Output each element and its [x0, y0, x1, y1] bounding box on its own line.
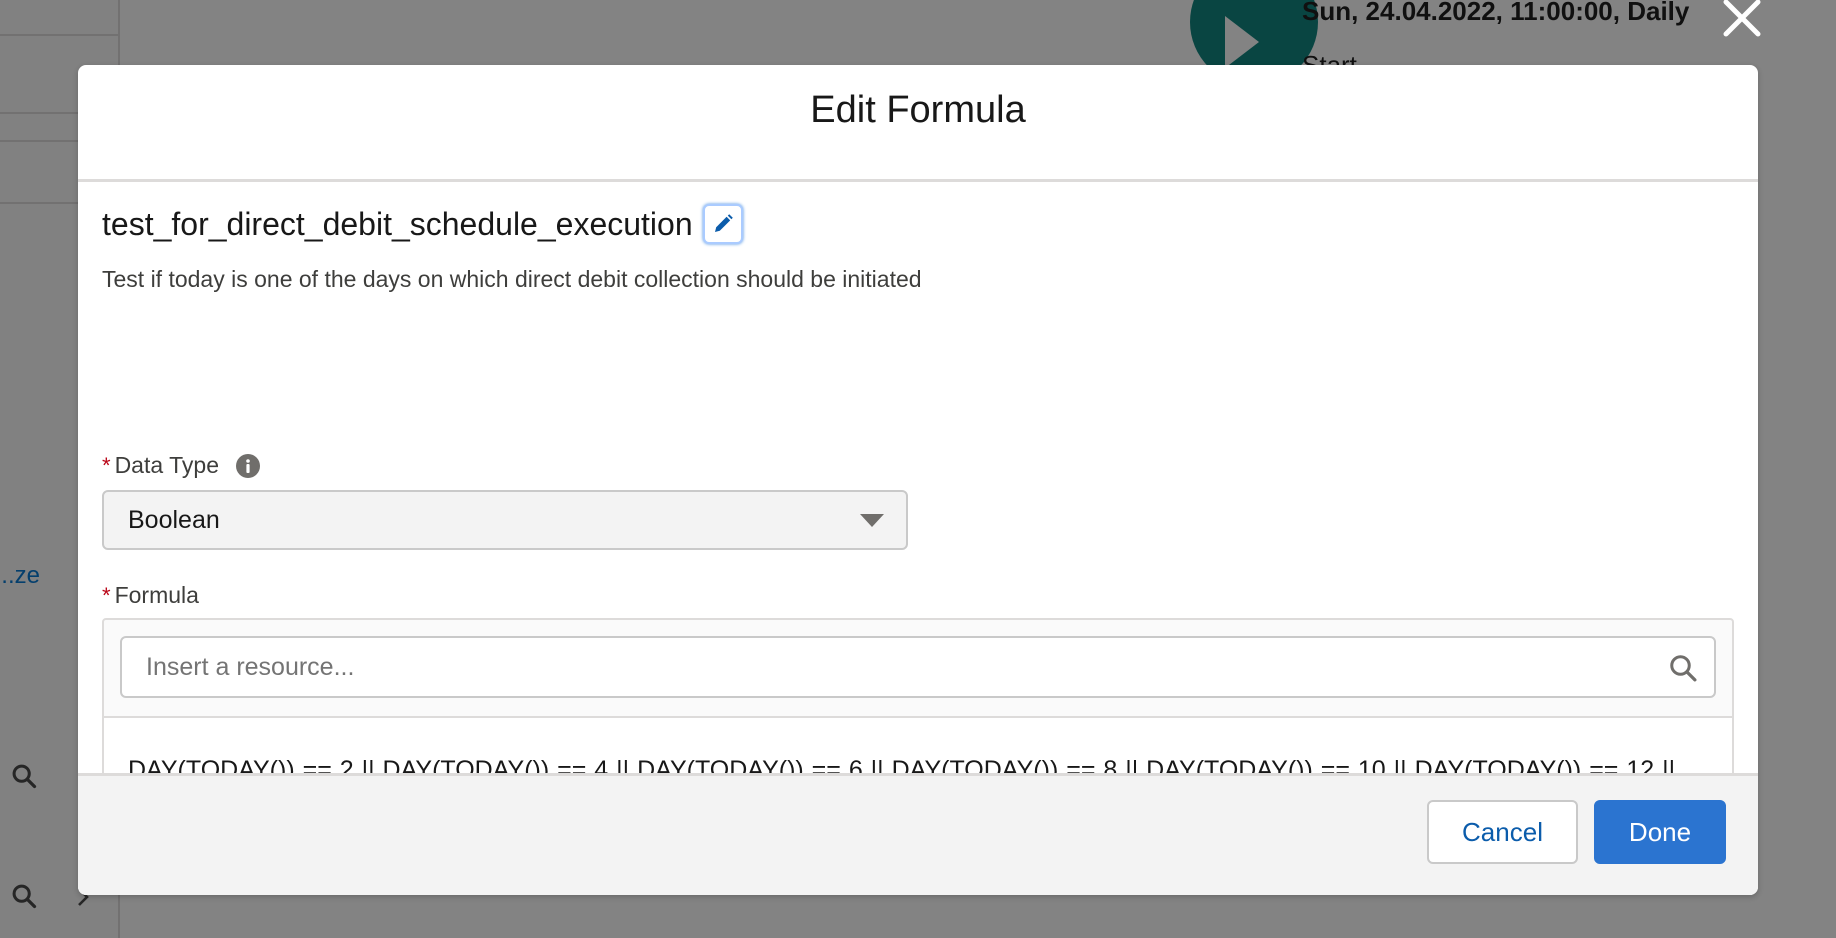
done-button[interactable]: Done — [1594, 800, 1726, 864]
modal-body: test_for_direct_debit_schedule_execution… — [78, 182, 1758, 870]
formula-label: Formula — [114, 582, 199, 608]
search-icon[interactable] — [1668, 653, 1698, 683]
modal-footer: Cancel Done — [78, 773, 1758, 895]
close-icon[interactable] — [1720, 0, 1764, 38]
resource-search-input[interactable] — [122, 638, 1714, 696]
edit-name-button[interactable] — [702, 204, 743, 244]
caret-down-icon — [860, 513, 884, 527]
data-type-label-row: * Data Type — [102, 452, 261, 479]
cancel-button[interactable]: Cancel — [1427, 800, 1578, 864]
required-marker: * — [102, 452, 111, 478]
data-type-value: Boolean — [128, 505, 220, 534]
data-type-select[interactable]: Boolean — [102, 490, 908, 550]
pencil-icon — [714, 214, 733, 232]
info-icon[interactable] — [235, 453, 261, 479]
required-marker: * — [102, 582, 111, 608]
data-type-label: Data Type — [114, 452, 219, 478]
formula-label-row: * Formula — [102, 582, 199, 609]
edit-formula-modal: Edit Formula test_for_direct_debit_sched… — [78, 65, 1758, 895]
api-name-row: test_for_direct_debit_schedule_execution — [102, 204, 743, 244]
resource-picker — [120, 636, 1716, 698]
modal-header: Edit Formula — [78, 65, 1758, 182]
modal-title: Edit Formula — [810, 88, 1026, 131]
api-name: test_for_direct_debit_schedule_execution — [102, 205, 693, 242]
formula-description: Test if today is one of the days on whic… — [102, 266, 922, 292]
